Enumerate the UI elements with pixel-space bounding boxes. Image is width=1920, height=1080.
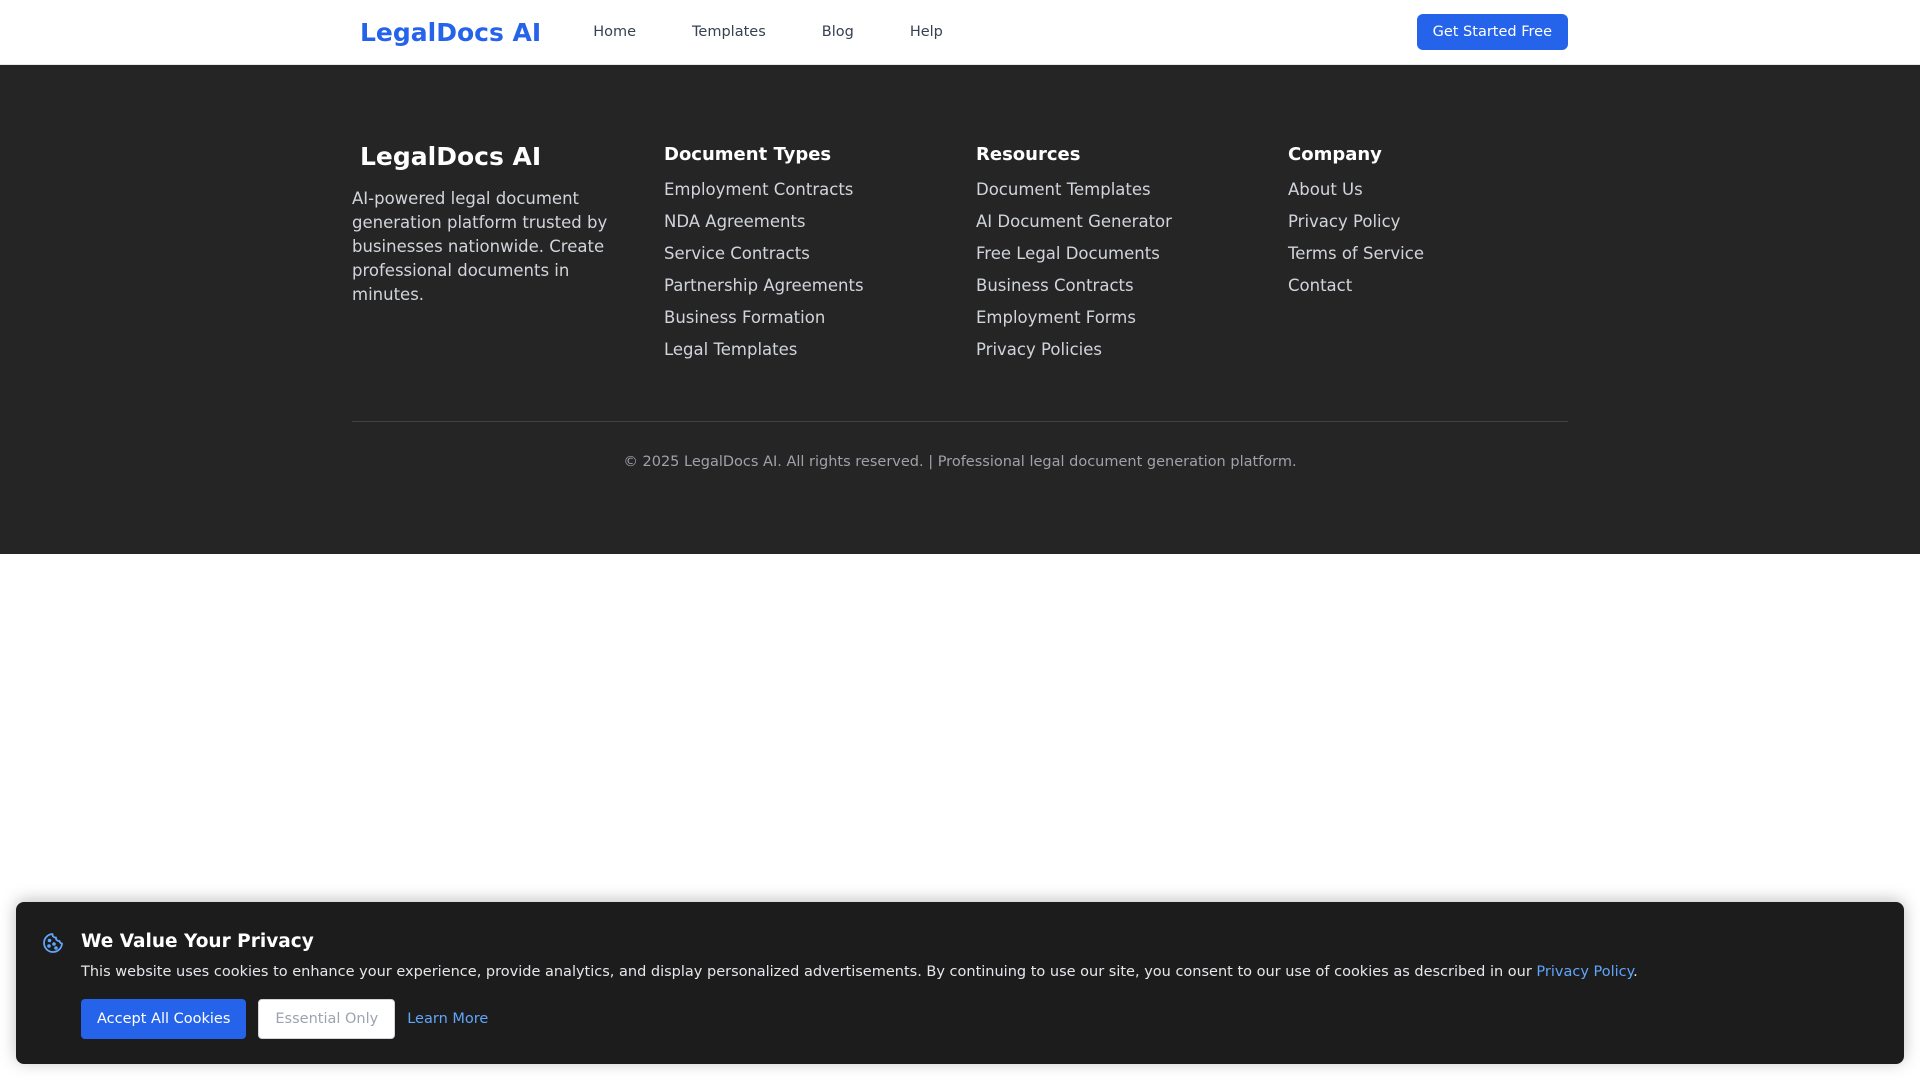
footer-link[interactable]: Employment Contracts xyxy=(664,180,944,212)
footer-inner: LegalDocs AI AI-powered legal document g… xyxy=(352,65,1568,554)
cookie-banner-message: This website uses cookies to enhance you… xyxy=(81,964,1638,980)
footer-brand: LegalDocs AI xyxy=(360,142,542,171)
footer-link[interactable]: Partnership Agreements xyxy=(664,276,944,308)
cookie-message-end: . xyxy=(1633,964,1638,980)
footer-link[interactable]: Service Contracts xyxy=(664,244,944,276)
footer-link[interactable]: Contact xyxy=(1288,276,1568,308)
footer-link[interactable]: AI Document Generator xyxy=(976,212,1256,244)
footer-link[interactable]: Privacy Policies xyxy=(976,340,1256,372)
get-started-button[interactable]: Get Started Free xyxy=(1416,14,1568,50)
footer-link[interactable]: Business Formation xyxy=(664,308,944,340)
cookie-banner-title: We Value Your Privacy xyxy=(81,931,314,952)
learn-more-link[interactable]: Learn More xyxy=(407,1011,488,1027)
footer-link[interactable]: About Us xyxy=(1288,180,1568,212)
footer-link-list: About Us Privacy Policy Terms of Service… xyxy=(1288,180,1568,308)
cookie-icon xyxy=(41,931,65,955)
footer-link[interactable]: Employment Forms xyxy=(976,308,1256,340)
footer-link[interactable]: Document Templates xyxy=(976,180,1256,212)
cookie-actions: Accept All Cookies Essential Only Learn … xyxy=(81,999,488,1039)
nav-blog[interactable]: Blog xyxy=(822,24,854,40)
footer-link-list: Document Templates AI Document Generator… xyxy=(976,180,1256,372)
footer-link[interactable]: Legal Templates xyxy=(664,340,944,372)
cookie-consent-banner: We Value Your Privacy This website uses … xyxy=(16,902,1904,1064)
cookie-message-text: This website uses cookies to enhance you… xyxy=(81,964,1537,980)
nav-home[interactable]: Home xyxy=(593,24,636,40)
footer-heading: Document Types xyxy=(664,144,832,165)
main-nav: Home Templates Blog Help xyxy=(593,24,999,40)
footer-link[interactable]: Business Contracts xyxy=(976,276,1256,308)
copyright-text: © 2025 LegalDocs AI. All rights reserved… xyxy=(623,454,1297,470)
footer-heading: Company xyxy=(1288,144,1382,165)
footer-about: LegalDocs AI AI-powered legal document g… xyxy=(352,142,612,307)
privacy-policy-link[interactable]: Privacy Policy xyxy=(1536,964,1633,980)
footer-link[interactable]: Terms of Service xyxy=(1288,244,1568,276)
footer-link[interactable]: Privacy Policy xyxy=(1288,212,1568,244)
footer-column-resources: Resources Document Templates AI Document… xyxy=(976,144,1256,372)
brand-logo[interactable]: LegalDocs AI xyxy=(360,18,541,47)
footer-link[interactable]: NDA Agreements xyxy=(664,212,944,244)
footer-column-company: Company About Us Privacy Policy Terms of… xyxy=(1288,144,1568,308)
site-footer: LegalDocs AI AI-powered legal document g… xyxy=(0,65,1920,554)
footer-column-document-types: Document Types Employment Contracts NDA … xyxy=(664,144,944,372)
footer-description: AI-powered legal document generation pla… xyxy=(352,189,608,304)
nav-templates[interactable]: Templates xyxy=(692,24,766,40)
header-inner: LegalDocs AI Home Templates Blog Help Ge… xyxy=(352,0,1568,64)
footer-link-list: Employment Contracts NDA Agreements Serv… xyxy=(664,180,944,372)
nav-help[interactable]: Help xyxy=(910,24,943,40)
accept-all-cookies-button[interactable]: Accept All Cookies xyxy=(81,999,247,1039)
site-header: LegalDocs AI Home Templates Blog Help Ge… xyxy=(0,0,1920,65)
footer-divider xyxy=(352,421,1568,422)
footer-heading: Resources xyxy=(976,144,1081,165)
footer-link[interactable]: Free Legal Documents xyxy=(976,244,1256,276)
essential-only-button[interactable]: Essential Only xyxy=(258,999,396,1039)
